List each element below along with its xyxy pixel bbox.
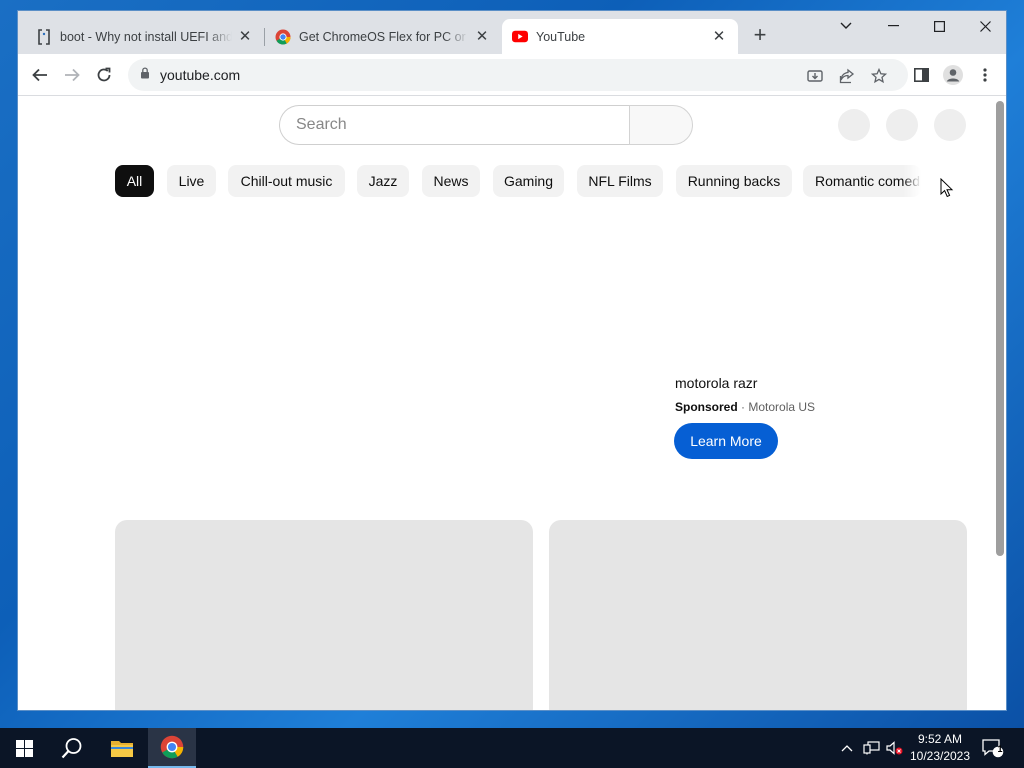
tab-search-icon[interactable] [823, 11, 869, 41]
chip-all[interactable]: All [115, 165, 154, 197]
video-thumbnail-placeholder[interactable] [115, 520, 533, 710]
chip-romantic-comedy[interactable]: Romantic comed [803, 165, 921, 197]
profile-avatar-icon[interactable] [940, 62, 966, 88]
start-button[interactable] [0, 728, 48, 768]
folder-icon [111, 741, 133, 757]
arrow-left-icon [32, 68, 47, 82]
chip-jazz[interactable]: Jazz [357, 165, 409, 197]
install-app-icon[interactable] [804, 65, 826, 87]
chip-running-backs[interactable]: Running backs [676, 165, 792, 197]
chrome-taskbar-button[interactable] [148, 728, 196, 768]
placeholder-avatar-icon[interactable] [934, 109, 966, 141]
tab-title: Get ChromeOS Flex for PC or Mac [299, 29, 469, 44]
side-panel-icon[interactable] [908, 62, 934, 88]
browser-toolbar: youtube.com [18, 54, 1006, 96]
tab-strip: boot - Why not install UEFI and l ✕ Get … [18, 11, 1006, 54]
lock-icon[interactable] [140, 66, 150, 84]
clock-time: 9:52 AM [917, 732, 963, 746]
youtube-icon [512, 29, 528, 45]
meta-separator: · [741, 400, 746, 414]
youtube-page: Search All Live Chill-out music Jazz New… [18, 97, 1006, 710]
chip-chill-out-music[interactable]: Chill-out music [228, 165, 345, 197]
address-bar[interactable]: youtube.com [128, 59, 908, 91]
tab-youtube[interactable]: YouTube ✕ [502, 19, 738, 54]
forward-button[interactable] [59, 62, 85, 88]
close-tab-icon[interactable]: ✕ [236, 28, 254, 46]
tab-chromeos-flex[interactable]: Get ChromeOS Flex for PC or Mac ✕ [265, 19, 501, 54]
chrome-icon [275, 29, 291, 45]
close-tab-icon[interactable]: ✕ [710, 28, 728, 46]
close-window-icon[interactable] [962, 11, 1006, 41]
advertiser-name[interactable]: Motorola US [748, 400, 815, 414]
clock[interactable]: 9:52 AM 10/23/2023 [906, 731, 974, 765]
notification-count: 1 [997, 744, 1003, 754]
search-icon [61, 738, 82, 759]
minimize-icon[interactable] [870, 11, 916, 41]
placeholder-notifications-icon[interactable] [886, 109, 918, 141]
mouse-cursor-icon [940, 178, 954, 198]
new-tab-button[interactable]: + [750, 24, 770, 46]
back-button[interactable] [27, 62, 53, 88]
network-icon[interactable] [860, 728, 882, 768]
browser-window: boot - Why not install UEFI and l ✕ Get … [17, 10, 1007, 711]
tab-title: YouTube [536, 29, 586, 44]
taskbar: 9:52 AM 10/23/2023 1 [0, 728, 1024, 768]
reload-icon [97, 67, 111, 82]
search-button[interactable] [48, 728, 96, 768]
clock-date: 10/23/2023 [909, 749, 971, 763]
sponsored-label: Sponsored [675, 400, 738, 414]
search-button[interactable] [629, 105, 693, 145]
file-explorer-button[interactable] [98, 728, 146, 768]
share-icon[interactable] [836, 65, 858, 87]
windows-logo-icon [15, 739, 33, 757]
maximize-icon[interactable] [916, 11, 962, 41]
chrome-icon [160, 735, 184, 759]
action-center-button[interactable]: 1 [978, 728, 1008, 768]
video-thumbnail-placeholder[interactable] [549, 520, 967, 710]
arrow-right-icon [65, 68, 80, 82]
ad-meta: Sponsored · Motorola US [675, 400, 815, 414]
learn-more-button[interactable]: Learn More [674, 423, 778, 459]
close-tab-icon[interactable]: ✕ [473, 28, 491, 46]
search-input[interactable]: Search [279, 105, 630, 145]
chip-news[interactable]: News [422, 165, 480, 197]
ad-title[interactable]: motorola razr [675, 375, 757, 391]
bracket-site-icon [36, 28, 52, 45]
tab-boot[interactable]: boot - Why not install UEFI and l ✕ [26, 19, 264, 54]
reload-button[interactable] [91, 62, 117, 88]
placeholder-create-icon[interactable] [838, 109, 870, 141]
chip-nfl-films[interactable]: NFL Films [577, 165, 663, 197]
chip-gaming[interactable]: Gaming [493, 165, 564, 197]
volume-muted-icon[interactable] [884, 728, 906, 768]
bookmark-star-icon[interactable] [868, 65, 890, 87]
more-menu-icon[interactable] [972, 62, 998, 88]
tab-title: boot - Why not install UEFI and l [60, 29, 232, 44]
scrollbar[interactable] [996, 101, 1004, 556]
show-hidden-icons-icon[interactable] [838, 728, 856, 768]
url-text: youtube.com [160, 67, 241, 83]
chip-live[interactable]: Live [167, 165, 216, 197]
